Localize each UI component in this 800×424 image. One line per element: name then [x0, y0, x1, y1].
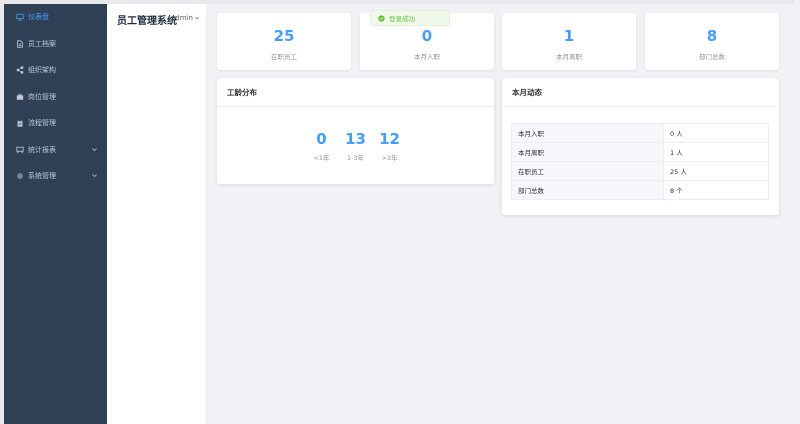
sidebar-item-label: 员工档案: [28, 40, 56, 48]
chevron-down-icon: [91, 146, 99, 154]
briefcase-icon: [13, 93, 27, 101]
sidebar-item-dashboard[interactable]: 仪表盘: [4, 4, 107, 30]
monthly-panel: 本月动态 本月入职 0 人 本月离职 1 人 在职员工 25 人 部门总数 8 …: [502, 78, 779, 215]
page-scrollbar[interactable]: [794, 0, 800, 424]
sidebar-item-employee-files[interactable]: 员工档案: [4, 31, 107, 57]
clipboard-icon: [13, 119, 27, 127]
presentation-icon: [13, 146, 27, 154]
tenure-label: <1年: [313, 154, 330, 162]
stat-value: 1: [563, 27, 575, 45]
sidebar-item-label: 组织架构: [28, 66, 56, 74]
stat-label: 本月离职: [556, 53, 582, 61]
stat-card-left: 1 本月离职: [502, 13, 636, 70]
sidebar-item-label: 岗位管理: [28, 93, 56, 101]
sidebar-item-org-structure[interactable]: 组织架构: [4, 57, 107, 83]
table-row: 部门总数 8 个: [511, 180, 769, 200]
stat-label: 本月入职: [414, 53, 440, 61]
username: admin: [171, 14, 193, 22]
tenure-item: 12 >3年: [379, 130, 400, 162]
row-value: 25 人: [663, 161, 769, 181]
sidebar-item-label: 系统管理: [28, 172, 56, 180]
share-icon: [13, 66, 27, 74]
chevron-down-icon: [91, 172, 99, 180]
tenure-value: 0: [316, 130, 327, 148]
tenure-label: 1-3年: [346, 154, 365, 162]
panel-title: 本月动态: [502, 78, 779, 107]
panel-title: 工龄分布: [217, 78, 494, 107]
row-value: 8 个: [663, 180, 769, 200]
header-panel: 员工管理系统 admin: [107, 4, 207, 424]
sidebar-item-reports[interactable]: 统计报表: [4, 137, 107, 163]
tenure-item: 0 <1年: [312, 130, 332, 162]
row-value: 0 人: [663, 123, 769, 143]
app-frame: 仪表盘 员工档案 组织架构 岗位管理 流程管理 统计报表 系统管理 员工管理系统…: [4, 4, 794, 424]
sidebar-item-label: 统计报表: [28, 146, 56, 154]
stat-label: 在职员工: [271, 53, 297, 61]
gear-icon: [13, 172, 27, 180]
tenure-stats: 0 <1年 13 1-3年 12 >3年: [217, 130, 494, 162]
sidebar-item-positions[interactable]: 岗位管理: [4, 84, 107, 110]
chevron-down-icon: [194, 16, 199, 20]
toast-text: 登录成功: [389, 15, 415, 23]
monitor-icon: [13, 13, 27, 21]
sidebar-item-system[interactable]: 系统管理: [4, 163, 107, 189]
table-row: 在职员工 25 人: [511, 161, 769, 181]
success-toast: 登录成功: [370, 10, 450, 26]
stat-label: 部门总数: [699, 53, 725, 61]
tenure-panel: 工龄分布 0 <1年 13 1-3年 12 >3年: [217, 78, 494, 184]
row-key: 本月入职: [511, 123, 664, 143]
sidebar-item-process[interactable]: 流程管理: [4, 110, 107, 136]
table-row: 本月离职 1 人: [511, 142, 769, 162]
stat-value: 0: [421, 27, 433, 45]
sidebar: 仪表盘 员工档案 组织架构 岗位管理 流程管理 统计报表 系统管理: [4, 4, 107, 424]
tenure-label: >3年: [381, 154, 398, 162]
row-key: 在职员工: [511, 161, 664, 181]
tenure-value: 12: [379, 130, 400, 148]
stat-card-active: 25 在职员工: [217, 13, 351, 70]
app-title: 员工管理系统: [117, 16, 177, 27]
sidebar-item-label: 流程管理: [28, 119, 56, 127]
stat-value: 25: [273, 27, 295, 45]
check-circle-icon: [378, 14, 385, 22]
monthly-table: 本月入职 0 人 本月离职 1 人 在职员工 25 人 部门总数 8 个: [511, 123, 769, 200]
row-key: 部门总数: [511, 180, 664, 200]
row-key: 本月离职: [511, 142, 664, 162]
tenure-item: 13 1-3年: [345, 130, 366, 162]
table-row: 本月入职 0 人: [511, 123, 769, 143]
document-icon: [13, 40, 27, 48]
sidebar-item-label: 仪表盘: [28, 13, 49, 21]
stat-card-departments: 8 部门总数: [645, 13, 779, 70]
tenure-value: 13: [345, 130, 366, 148]
user-menu[interactable]: admin: [171, 14, 200, 22]
stat-value: 8: [706, 27, 718, 45]
row-value: 1 人: [663, 142, 769, 162]
